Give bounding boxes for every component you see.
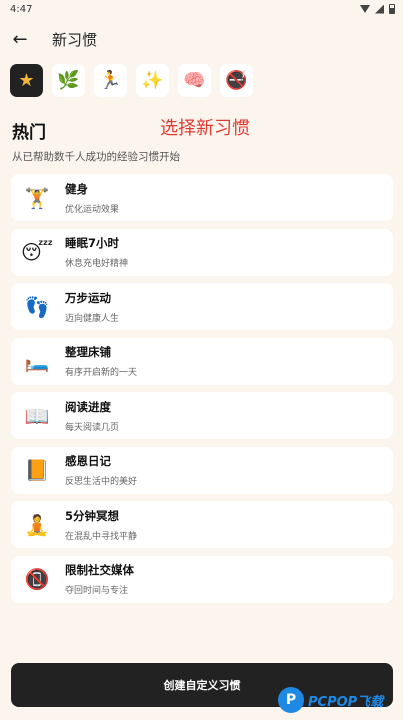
- brain-icon: 🧠: [183, 70, 206, 91]
- habit-card-meditation[interactable]: 🧘 5分钟冥想 在混乱中寻找平静: [11, 501, 393, 548]
- habit-card-gratitude[interactable]: 📙 感恩日记 反思生活中的美好: [11, 446, 393, 494]
- battery-icon: [389, 4, 395, 14]
- category-button-running[interactable]: 🏃: [94, 64, 127, 97]
- habit-card-fitness[interactable]: 🏋️ 健身 优化运动效果: [11, 174, 393, 221]
- habit-name: 健身: [65, 181, 88, 196]
- open-book-icon: 📖: [24, 403, 50, 428]
- section-title: 热门: [12, 123, 46, 143]
- habit-name: 感恩日记: [65, 454, 111, 468]
- habit-card-limit-social[interactable]: 📵 限制社交媒体 夺回时间与专注: [11, 555, 393, 603]
- category-button-brain[interactable]: 🧠: [178, 64, 211, 97]
- weightlifter-icon: 🏋️: [24, 185, 50, 210]
- page-title: 新习惯: [52, 30, 98, 49]
- habit-name: 阅读进度: [65, 399, 111, 414]
- no-phone-icon: 📵: [24, 567, 50, 591]
- habit-desc: 优化运动效果: [65, 204, 120, 215]
- habit-desc: 每天阅读几页: [65, 422, 120, 433]
- meditation-icon: 🧘: [24, 512, 50, 537]
- back-arrow-icon: ←: [12, 28, 28, 50]
- app-bar: ← 新习惯: [0, 24, 403, 54]
- no-smoking-icon: 🚭: [225, 70, 248, 91]
- category-button-leaf[interactable]: 🌿: [52, 64, 85, 97]
- status-time: 4:47: [10, 3, 33, 15]
- watermark-logo-icon: P: [278, 687, 304, 713]
- category-button-star[interactable]: ★: [10, 64, 43, 97]
- footprints-icon: 👣: [24, 294, 50, 319]
- habit-desc: 在混乱中寻找平静: [65, 531, 138, 542]
- habit-name: 整理床铺: [65, 345, 111, 359]
- status-bar: 4:47: [0, 0, 403, 18]
- bed-icon: 🛏️: [24, 349, 50, 373]
- habit-desc: 夺回时间与专注: [65, 586, 129, 596]
- sparkle-icon: ✨: [141, 70, 164, 91]
- leaf-icon: 🌿: [57, 70, 80, 91]
- category-button-no-smoking[interactable]: 🚭: [220, 64, 253, 97]
- notebook-icon: 📙: [24, 458, 50, 482]
- sleeping-face-icon: 😴: [20, 240, 54, 264]
- habit-card-steps[interactable]: 👣 万步运动 迈向健康人生: [11, 283, 393, 330]
- star-icon: ★: [18, 70, 35, 91]
- watermark: P PCPOP飞载: [278, 684, 400, 716]
- habit-name: 睡眠7小时: [65, 236, 120, 250]
- category-row: ★ 🌿 🏃 ✨ 🧠 🚭: [10, 64, 253, 100]
- habit-card-reading[interactable]: 📖 阅读进度 每天阅读几页: [11, 392, 393, 439]
- section-subtitle: 从已帮助数千人成功的经验习惯开始: [12, 151, 180, 163]
- habit-desc: 休息充电好精神: [65, 259, 129, 269]
- habit-name: 5分钟冥想: [65, 508, 120, 523]
- signal-icon: [375, 4, 384, 14]
- watermark-text: PCPOP飞载: [308, 694, 384, 710]
- habit-card-make-bed[interactable]: 🛏️ 整理床铺 有序开启新的一天: [11, 337, 393, 385]
- habit-desc: 反思生活中的美好: [65, 477, 138, 487]
- habit-list: 🏋️ 健身 优化运动效果 😴 睡眠7小时 休息充电好精神 👣 万步运动 迈向健康…: [11, 174, 393, 610]
- overlay-caption: 选择新习惯: [160, 118, 250, 139]
- habit-card-sleep[interactable]: 😴 睡眠7小时 休息充电好精神: [11, 228, 393, 276]
- habit-name: 限制社交媒体: [65, 563, 134, 577]
- wifi-icon: [360, 5, 370, 13]
- running-icon: 🏃: [99, 70, 122, 91]
- habit-desc: 有序开启新的一天: [65, 368, 138, 378]
- category-button-sparkle[interactable]: ✨: [136, 64, 169, 97]
- habit-desc: 迈向健康人生: [65, 313, 120, 324]
- habit-name: 万步运动: [65, 290, 111, 305]
- back-button[interactable]: ←: [0, 24, 40, 54]
- status-icons: [360, 4, 395, 14]
